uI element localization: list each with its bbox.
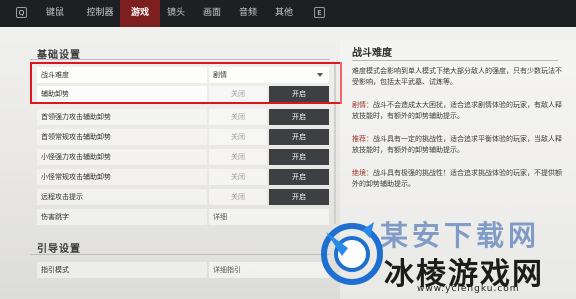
row-ranged-hint: 远程攻击提示 关闭 开启 — [37, 189, 332, 205]
dropdown-value: 剧情 — [213, 71, 227, 79]
panel-divider — [352, 60, 558, 61]
mode-text: 战斗具有一定的挑战性，适合追求平衡体验的玩家，当敌人释放技能时，有额外的卸势辅助… — [352, 135, 562, 154]
difficulty-dropdown[interactable]: 剧情 — [209, 67, 329, 83]
mode-text: 战斗具有极强的挑战性！适合追求挑战体验的玩家，不提供额外的卸势辅助提示。 — [352, 169, 562, 188]
row-minion-strong-assist: 小怪强力攻击辅助卸势 关闭 开启 — [37, 149, 332, 165]
on-button[interactable]: 开启 — [269, 129, 329, 145]
section-divider — [30, 59, 330, 60]
row-label: 首领常规攻击辅助卸势 — [37, 129, 207, 145]
tab-graphics[interactable]: 画面 — [196, 0, 228, 27]
top-nav-bar: Q 键鼠 控制器 游戏 镜头 画面 音频 其他 E — [0, 0, 576, 27]
guide-mode-select[interactable]: 详细指引 — [209, 262, 329, 278]
watermark-top-text: 某安下载网 — [380, 219, 541, 252]
on-button[interactable]: 开启 — [269, 169, 329, 185]
row-boss-normal-assist: 首领常规攻击辅助卸势 关闭 开启 — [37, 129, 332, 145]
row-boss-strong-assist: 首领强力攻击辅助卸势 关闭 开启 — [37, 109, 332, 125]
off-button[interactable]: 关闭 — [209, 129, 267, 145]
mode-text: 战斗不会造成太大困扰，适合追求剧情体验的玩家，有敌人释放技能时，有额外的卸势辅助… — [352, 101, 562, 120]
mode-recommended-desc: 推荐：战斗具有一定的挑战性，适合追求平衡体验的玩家，当敌人释放技能时，有额外的卸… — [352, 134, 562, 156]
row-guide-mode: 指引模式 详细指引 — [37, 262, 332, 278]
tab-camera[interactable]: 镜头 — [160, 0, 192, 27]
row-label: 战斗难度 — [37, 67, 207, 83]
off-button[interactable]: 关闭 — [209, 86, 267, 102]
watermark-logo-icon — [321, 222, 383, 285]
mode-extreme-desc: 绝境：战斗具有极强的挑战性！适合追求挑战体验的玩家，不提供额外的卸势辅助提示。 — [352, 168, 562, 190]
q-key-icon[interactable]: Q — [16, 7, 27, 18]
section-title-guide: 引导设置 — [37, 244, 81, 255]
off-button[interactable]: 关闭 — [209, 149, 267, 165]
watermark-url: www.yclengku.com — [417, 284, 520, 294]
damage-numbers-select[interactable]: 详细 — [209, 209, 329, 225]
on-button[interactable]: 开启 — [269, 189, 329, 205]
row-label: 辅助卸势 — [37, 86, 207, 102]
scrollbar[interactable] — [334, 64, 336, 224]
panel-title: 战斗难度 — [352, 48, 392, 59]
row-label: 指引模式 — [37, 262, 207, 278]
off-button[interactable]: 关闭 — [209, 169, 267, 185]
on-button[interactable]: 开启 — [269, 109, 329, 125]
row-minion-normal-assist: 小怪常规攻击辅助卸势 关闭 开启 — [37, 169, 332, 185]
tab-keyboard-mouse[interactable]: 键鼠 — [34, 0, 76, 27]
off-button[interactable]: 关闭 — [209, 189, 267, 205]
e-key-icon[interactable]: E — [314, 7, 325, 18]
off-button[interactable]: 关闭 — [209, 109, 267, 125]
row-combat-difficulty: 战斗难度 剧情 — [37, 67, 332, 83]
section-divider — [30, 254, 330, 255]
row-label: 小怪强力攻击辅助卸势 — [37, 149, 207, 165]
tab-controller[interactable]: 控制器 — [78, 0, 122, 27]
row-label: 远程攻击提示 — [37, 189, 207, 205]
row-label: 首领强力攻击辅助卸势 — [37, 109, 207, 125]
mode-story-desc: 剧情：战斗不会造成太大困扰，适合追求剧情体验的玩家，有敌人释放技能时，有额外的卸… — [352, 100, 562, 122]
mode-name: 剧情： — [352, 101, 373, 109]
on-button[interactable]: 开启 — [269, 149, 329, 165]
tab-audio[interactable]: 音频 — [232, 0, 264, 27]
mode-name: 绝境： — [352, 169, 373, 177]
tab-other[interactable]: 其他 — [268, 0, 300, 27]
tab-game[interactable]: 游戏 — [120, 0, 160, 27]
row-label: 伤害跳字 — [37, 209, 207, 225]
panel-intro: 难度模式会影响到单人模式下绝大部分敌人的强度，只有少数玩法不受影响，包括太平武墓… — [352, 67, 562, 86]
chevron-down-icon — [317, 73, 323, 77]
on-button[interactable]: 开启 — [269, 86, 329, 102]
mode-name: 推荐： — [352, 135, 373, 143]
row-damage-numbers: 伤害跳字 详细 — [37, 209, 332, 225]
row-assist-parry: 辅助卸势 关闭 开启 — [37, 86, 332, 102]
row-label: 小怪常规攻击辅助卸势 — [37, 169, 207, 185]
